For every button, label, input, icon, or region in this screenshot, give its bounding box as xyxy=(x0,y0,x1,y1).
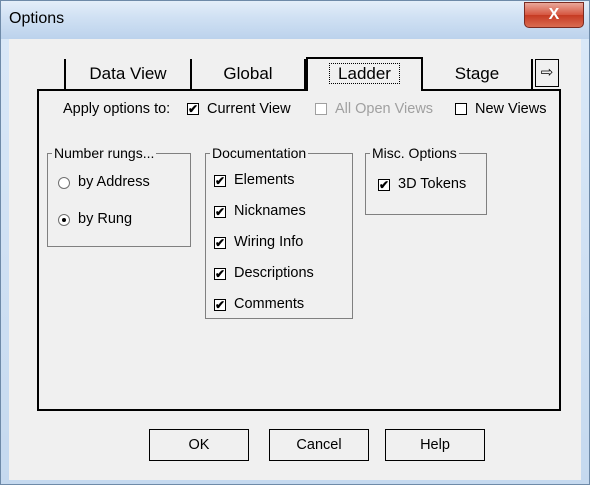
new-views-label: New Views xyxy=(475,101,547,117)
by-rung-label: by Rung xyxy=(78,211,133,227)
window-title: Options xyxy=(9,10,65,27)
descriptions-label: Descriptions xyxy=(234,265,314,281)
tab-ladder-label: Ladder xyxy=(329,63,400,84)
comments-checkbox[interactable]: ✔ xyxy=(214,299,226,311)
elements-label: Elements xyxy=(234,172,295,188)
number-rungs-title: Number rungs... xyxy=(52,145,157,161)
tab-stage[interactable]: Stage xyxy=(423,59,533,89)
tab-data-view[interactable]: Data View xyxy=(64,59,192,89)
3d-tokens-checkbox[interactable]: ✔ xyxy=(378,179,390,191)
current-view-label: Current View xyxy=(207,101,291,117)
by-address-label: by Address xyxy=(78,174,150,190)
help-button[interactable]: Help xyxy=(385,429,485,461)
all-open-views-checkbox xyxy=(315,103,327,115)
all-open-views-label: All Open Views xyxy=(335,101,434,117)
current-view-checkbox[interactable]: ✔ xyxy=(187,103,199,115)
descriptions-checkbox[interactable]: ✔ xyxy=(214,268,226,280)
nicknames-checkbox[interactable]: ✔ xyxy=(214,206,226,218)
close-button[interactable]: X xyxy=(524,2,584,28)
documentation-group: Documentation ✔ Elements ✔ Nicknames ✔ W… xyxy=(205,145,353,319)
misc-options-title: Misc. Options xyxy=(370,145,459,161)
comments-label: Comments xyxy=(234,296,305,312)
ok-button[interactable]: OK xyxy=(149,429,249,461)
options-window: Options X Data View Global Ladder Stage … xyxy=(0,0,590,485)
nicknames-label: Nicknames xyxy=(234,203,306,219)
dialog-client: Data View Global Ladder Stage ⇨ Apply op… xyxy=(9,39,581,480)
title-bar[interactable]: Options X xyxy=(1,1,589,39)
tab-ladder[interactable]: Ladder xyxy=(306,57,423,91)
new-views-checkbox[interactable] xyxy=(455,103,467,115)
tab-global[interactable]: Global xyxy=(192,59,306,89)
by-rung-radio[interactable] xyxy=(58,214,70,226)
apply-options-label: Apply options to: xyxy=(63,101,171,117)
misc-options-group: Misc. Options ✔ 3D Tokens xyxy=(365,145,487,215)
wiring-info-checkbox[interactable]: ✔ xyxy=(214,237,226,249)
cancel-button[interactable]: Cancel xyxy=(269,429,369,461)
ladder-tab-panel: Apply options to: ✔ Current View All Ope… xyxy=(37,89,561,411)
elements-checkbox[interactable]: ✔ xyxy=(214,175,226,187)
number-rungs-group: Number rungs... by Address by Rung xyxy=(47,145,191,247)
by-address-radio[interactable] xyxy=(58,177,70,189)
3d-tokens-label: 3D Tokens xyxy=(398,176,467,192)
wiring-info-label: Wiring Info xyxy=(234,234,304,250)
documentation-title: Documentation xyxy=(210,145,309,161)
tab-scroll-right-icon[interactable]: ⇨ xyxy=(535,59,559,87)
